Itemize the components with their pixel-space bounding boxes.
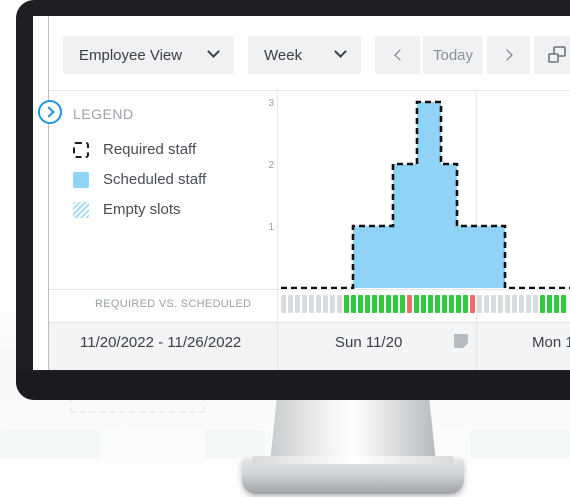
previous-button[interactable] [375, 36, 420, 74]
chevron-left-icon [393, 49, 406, 61]
coverage-cell [533, 295, 538, 313]
coverage-cell [428, 295, 433, 313]
coverage-cell [302, 295, 307, 313]
coverage-cell [442, 295, 447, 313]
period-select-label: Week [264, 46, 303, 64]
background-strip [470, 430, 570, 458]
coverage-cell [456, 295, 461, 313]
coverage-cell [407, 295, 412, 313]
y-tick-label: 2 [268, 160, 274, 171]
coverage-cell [323, 295, 328, 313]
coverage-cell [393, 295, 398, 313]
chart-divider [49, 289, 570, 290]
coverage-cell [554, 295, 559, 313]
staffing-chart: 1 2 3 [268, 98, 570, 290]
background-strip [205, 430, 265, 458]
y-tick-label: 1 [268, 222, 274, 233]
coverage-cell [295, 295, 300, 313]
coverage-cell [281, 295, 286, 313]
coverage-cell [414, 295, 419, 313]
coverage-cell [337, 295, 342, 313]
chevron-down-icon [334, 45, 347, 58]
scheduled-bar [457, 226, 465, 288]
scheduled-bar [361, 226, 369, 288]
scheduled-bar [409, 164, 417, 288]
scheduled-bar [441, 164, 449, 288]
view-select-label: Employee View [79, 46, 183, 64]
y-tick-label: 3 [268, 98, 274, 109]
coverage-cell [519, 295, 524, 313]
coverage-cell [491, 295, 496, 313]
coverage-cell [330, 295, 335, 313]
coverage-cell [505, 295, 510, 313]
coverage-cell [470, 295, 475, 313]
monitor-stand-base-top [252, 456, 454, 464]
chevron-right-icon [500, 49, 513, 61]
coverage-cell [512, 295, 517, 313]
scheduled-bar [377, 226, 385, 288]
day-header-sun[interactable]: Sun 11/20 [335, 334, 402, 351]
coverage-cell [540, 295, 545, 313]
scheduled-bar [401, 164, 409, 288]
coverage-cell [365, 295, 370, 313]
period-select[interactable]: Week [248, 36, 361, 74]
scheduled-bar [425, 102, 433, 288]
coverage-cell [400, 295, 405, 313]
scheduled-bar [473, 226, 481, 288]
coverage-cell [435, 295, 440, 313]
scheduled-bar [465, 226, 473, 288]
monitor-stand-neck [270, 400, 436, 462]
today-button[interactable]: Today [423, 36, 483, 74]
scheduled-bar [489, 226, 497, 288]
date-range: 11/20/2022 - 11/26/2022 [80, 334, 242, 351]
scheduled-bar [385, 226, 393, 288]
day-header-mon[interactable]: Mon 1 [532, 334, 570, 351]
swap-icon [547, 46, 566, 63]
coverage-cell [421, 295, 426, 313]
coverage-cell [372, 295, 377, 313]
chevron-down-icon [207, 45, 220, 58]
coverage-cell [484, 295, 489, 313]
coverage-cell [344, 295, 349, 313]
scheduled-bar [369, 226, 377, 288]
footer-divider [476, 322, 477, 370]
coverage-cell [309, 295, 314, 313]
coverage-cell [463, 295, 468, 313]
view-select[interactable]: Employee View [63, 36, 234, 74]
coverage-cell [351, 295, 356, 313]
coverage-cell [449, 295, 454, 313]
coverage-cell [288, 295, 293, 313]
coverage-cell [547, 295, 552, 313]
coverage-cell [379, 295, 384, 313]
coverage-cell [498, 295, 503, 313]
monitor-chin [16, 372, 570, 400]
scheduled-bar [481, 226, 489, 288]
coverage-cell [358, 295, 363, 313]
coverage-cell [561, 295, 566, 313]
swap-view-button[interactable] [534, 36, 570, 74]
coverage-cell [316, 295, 321, 313]
next-button[interactable] [487, 36, 530, 74]
today-label: Today [432, 46, 474, 64]
coverage-cell [526, 295, 531, 313]
coverage-cell [386, 295, 391, 313]
required-vs-scheduled-label: REQUIRED VS. SCHEDULED [95, 298, 252, 310]
coverage-bar [281, 295, 568, 313]
background-strip [0, 430, 100, 458]
coverage-cell [477, 295, 482, 313]
footer-divider [277, 322, 278, 370]
app-screen: Employee View Week Today LEGEND Required… [33, 16, 570, 370]
